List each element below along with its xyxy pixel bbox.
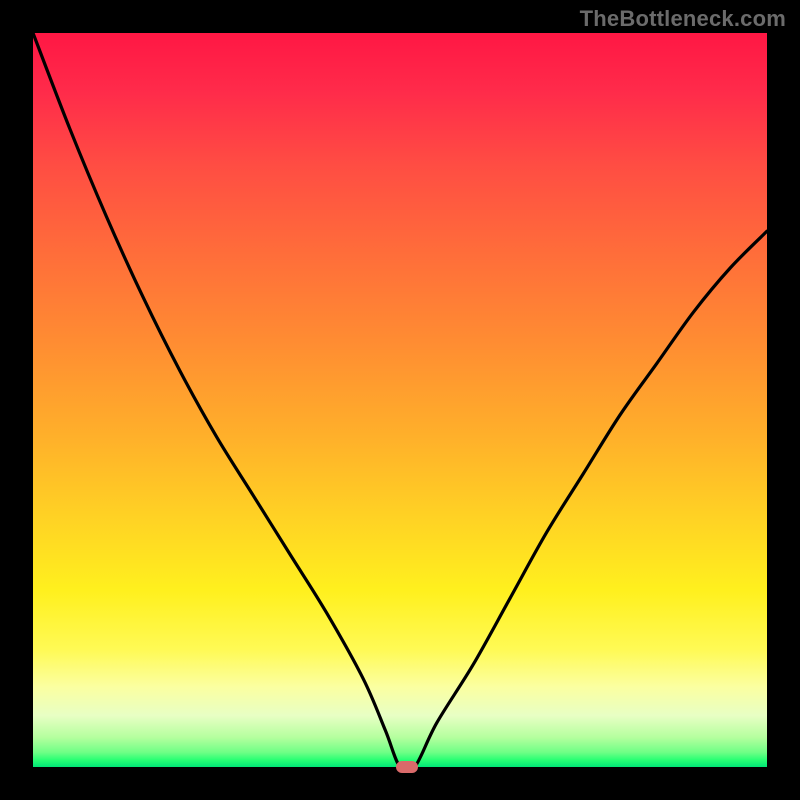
bottleneck-curve [33,33,767,767]
curve-path [33,33,767,767]
min-marker [396,761,418,773]
chart-frame: TheBottleneck.com [0,0,800,800]
plot-area [33,33,767,767]
watermark-text: TheBottleneck.com [580,6,786,32]
